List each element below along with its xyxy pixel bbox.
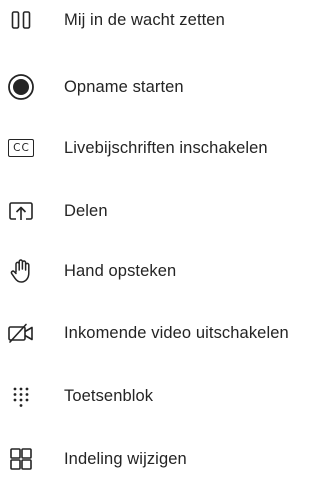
video-off-icon [6, 318, 36, 348]
menu-item-live-captions[interactable]: CC Livebijschriften inschakelen [0, 128, 331, 168]
closed-captions-icon: CC [6, 133, 36, 163]
layout-grid-icon [6, 444, 36, 474]
pause-icon [6, 5, 36, 35]
menu-item-label: Hand opsteken [64, 261, 177, 280]
menu-item-label: Indeling wijzigen [64, 449, 187, 468]
menu-item-label: Toetsenblok [64, 386, 154, 405]
menu-item-label: Mij in de wacht zetten [64, 10, 225, 29]
menu-item-raise-hand[interactable]: Hand opsteken [0, 251, 331, 291]
menu-item-label: Livebijschriften inschakelen [64, 138, 268, 157]
menu-item-label: Delen [64, 201, 108, 220]
menu-item-hold[interactable]: Mij in de wacht zetten [0, 0, 331, 40]
call-options-menu: Mij in de wacht zetten Opname starten CC… [0, 0, 331, 472]
record-icon [6, 72, 36, 102]
menu-item-incoming-video-off[interactable]: Inkomende video uitschakelen [0, 313, 331, 353]
menu-item-share[interactable]: Delen [0, 191, 331, 231]
menu-item-label: Opname starten [64, 77, 184, 96]
menu-item-change-layout[interactable]: Indeling wijzigen [0, 439, 331, 479]
raise-hand-icon [6, 256, 36, 286]
menu-item-start-recording[interactable]: Opname starten [0, 67, 331, 107]
menu-item-label: Inkomende video uitschakelen [64, 323, 289, 342]
dialpad-icon [6, 381, 36, 411]
cc-text: CC [8, 139, 34, 157]
share-screen-icon [6, 196, 36, 226]
menu-item-dialpad[interactable]: Toetsenblok [0, 376, 331, 416]
